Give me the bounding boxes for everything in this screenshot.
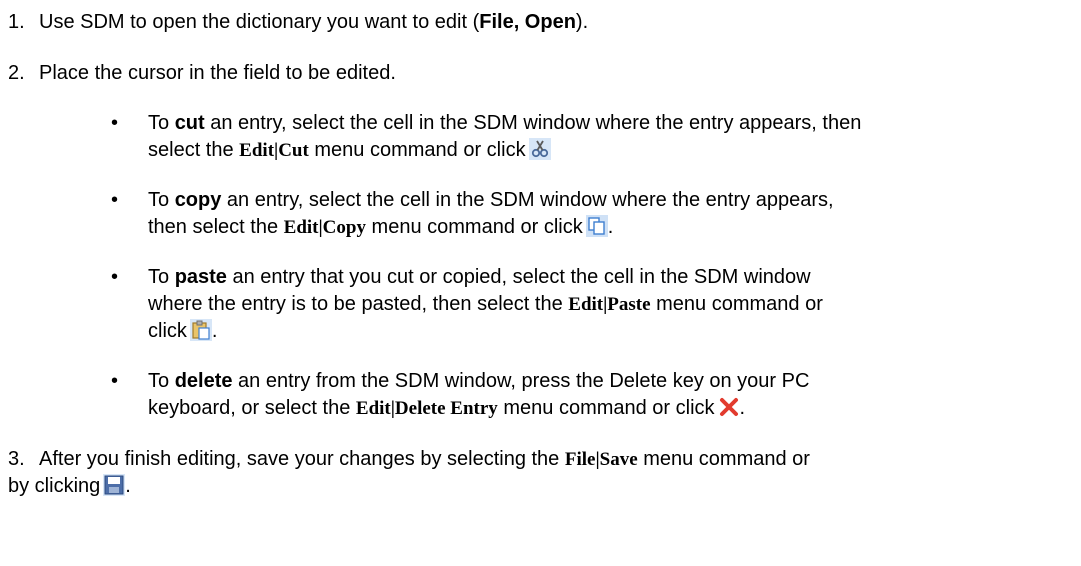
text: an entry that you cut or copied, select … [226,266,811,288]
bullet-cut-line-2: select the Edit|Cut menu command or clic… [148,138,551,162]
bullet-keyword: cut [174,112,205,134]
step-2: 2. Place the cursor in the field to be ed… [8,61,396,85]
instructions-document: 1. Use SDM to open the dictionary you wan… [0,0,1081,566]
step-1: 1. Use SDM to open the dictionary you wan… [8,10,588,34]
menu-command: Edit|Copy [283,217,366,238]
text: . [739,397,746,419]
text: then select the [148,216,284,238]
paste-icon [189,319,212,341]
step-3: 3. After you finish editing, save your ch… [8,447,810,471]
text: an entry, select the cell in the SDM win… [221,189,834,211]
text: . [607,216,614,238]
step-text-end: . [125,475,131,497]
bullet-keyword: copy [174,189,222,211]
copy-icon [585,215,608,237]
step-emphasis: File, Open [479,11,576,33]
step-number: 2. [8,62,25,84]
step-text-end: ). [575,11,589,33]
text: menu command or click [365,216,583,238]
bullet-paste-line-1: To paste an entry that you cut or copied… [148,265,811,289]
step-3-line-2: by clicking . [8,474,131,498]
menu-command: Edit|Cut [239,140,309,161]
bullet-delete-line-2: keyboard, or select the Edit|Delete Entr… [148,396,745,420]
step-text-end: menu command or [637,448,810,470]
text: To [148,112,175,134]
text: To [148,266,175,288]
text: an entry, select the cell in the SDM win… [204,112,862,134]
bullet-keyword: delete [174,370,233,392]
bullet-marker: • [111,189,119,211]
step-number: 1. [8,11,25,33]
text: To [148,189,175,211]
bullet-marker: • [111,112,119,134]
menu-command: Edit|Delete Entry [355,398,498,419]
text: menu command or click [497,397,715,419]
delete-icon [718,396,740,418]
bullet-marker: • [111,266,119,288]
bullet-cut-line-1: To cut an entry, select the cell in the … [148,111,861,135]
bullet-copy-line-2: then select the Edit|Copy menu command o… [148,215,613,239]
step-text: Use SDM to open the dictionary you want … [39,11,480,33]
bullet-paste-line-2: where the entry is to be pasted, then se… [148,292,823,316]
bullet-delete-line-1: To delete an entry from the SDM window, … [148,369,809,393]
bullet-keyword: paste [174,266,227,288]
step-text: Place the cursor in the field to be edit… [39,62,396,84]
text: . [211,320,218,342]
bullet-paste-line-3: click . [148,319,217,343]
menu-command: Edit|Paste [568,294,651,315]
text: To [148,370,175,392]
cut-icon [528,138,551,160]
save-icon [103,474,126,496]
text: menu command or click [308,139,526,161]
step-text: by clicking [8,475,101,497]
step-text: After you finish editing, save your chan… [39,448,565,470]
text: menu command or [650,293,823,315]
bullet-marker: • [111,370,119,392]
step-number: 3. [8,448,25,470]
text: an entry from the SDM window, press the … [232,370,810,392]
menu-command: File|Save [564,449,638,470]
text: select the [148,139,240,161]
text: click [148,320,187,342]
bullet-copy-line-1: To copy an entry, select the cell in the… [148,188,834,212]
text: where the entry is to be pasted, then se… [148,293,569,315]
text: keyboard, or select the [148,397,356,419]
